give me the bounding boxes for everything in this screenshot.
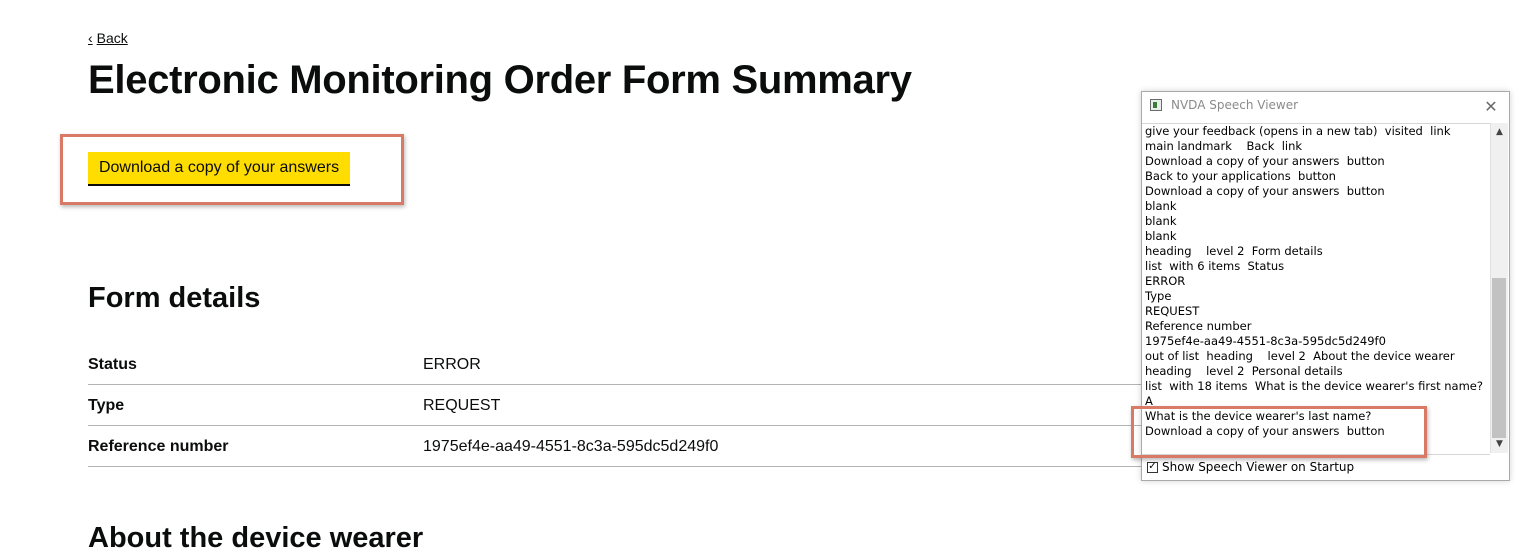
show-on-startup-checkbox[interactable]: ✓ (1147, 461, 1158, 473)
summary-row-status: Status ERROR (88, 344, 1148, 385)
nvda-title-bar[interactable]: NVDA Speech Viewer ✕ (1142, 92, 1509, 120)
summary-row-type: Type REQUEST (88, 385, 1148, 426)
back-link-label: Back (96, 30, 128, 46)
speech-line: heading level 2 Personal details (1145, 364, 1343, 378)
speech-line: list with 18 items What is the device we… (1145, 379, 1483, 393)
close-icon[interactable]: ✕ (1479, 94, 1503, 118)
speech-line: Reference number (1145, 319, 1252, 333)
summary-key: Reference number (88, 438, 229, 455)
show-on-startup-label: Show Speech Viewer on Startup (1162, 460, 1355, 474)
summary-value: 1975ef4e-aa49-4551-8c3a-595dc5d249f0 (423, 438, 719, 455)
speech-line: ERROR (1145, 274, 1186, 288)
speech-line: blank (1145, 229, 1177, 243)
speech-line: blank (1145, 214, 1177, 228)
summary-value: ERROR (423, 356, 481, 373)
show-on-startup-option[interactable]: ✓ Show Speech Viewer on Startup (1147, 460, 1354, 474)
speech-line: 1975ef4e-aa49-4551-8c3a-595dc5d249f0 (1145, 334, 1386, 348)
summary-key: Status (88, 356, 137, 373)
speech-line: blank (1145, 199, 1177, 213)
scrollbar-thumb[interactable] (1492, 278, 1506, 438)
nvda-window-title: NVDA Speech Viewer (1171, 98, 1299, 112)
speech-line: Back to your applications button (1145, 169, 1336, 183)
speech-line: main landmark Back link (1145, 139, 1303, 153)
summary-row-reference: Reference number 1975ef4e-aa49-4551-8c3a… (88, 426, 1148, 467)
speech-line: out of list heading level 2 About the de… (1145, 349, 1455, 363)
about-device-wearer-heading: About the device wearer (88, 522, 424, 554)
nvda-app-icon (1150, 99, 1162, 111)
speech-line: Download a copy of your answers button (1145, 184, 1385, 198)
summary-value: REQUEST (423, 397, 501, 414)
highlight-box-speech (1131, 406, 1427, 458)
scroll-up-arrow-icon[interactable]: ▲ (1491, 124, 1508, 140)
chevron-left-icon: ‹ (88, 30, 93, 46)
speech-line: REQUEST (1145, 304, 1200, 318)
back-link[interactable]: ‹ Back (88, 30, 128, 46)
download-answers-button[interactable]: Download a copy of your answers (88, 152, 350, 186)
speech-line: heading level 2 Form details (1145, 244, 1323, 258)
page-title: Electronic Monitoring Order Form Summary (88, 58, 912, 102)
speech-log-scrollbar[interactable]: ▲ ▼ (1490, 123, 1508, 453)
form-details-heading: Form details (88, 282, 261, 314)
speech-line: Type (1145, 289, 1172, 303)
summary-key: Type (88, 397, 125, 414)
speech-line: Download a copy of your answers button (1145, 154, 1385, 168)
speech-line: list with 6 items Status (1145, 259, 1285, 273)
speech-line: give your feedback (opens in a new tab) … (1145, 124, 1451, 138)
scroll-down-arrow-icon[interactable]: ▼ (1491, 436, 1508, 452)
